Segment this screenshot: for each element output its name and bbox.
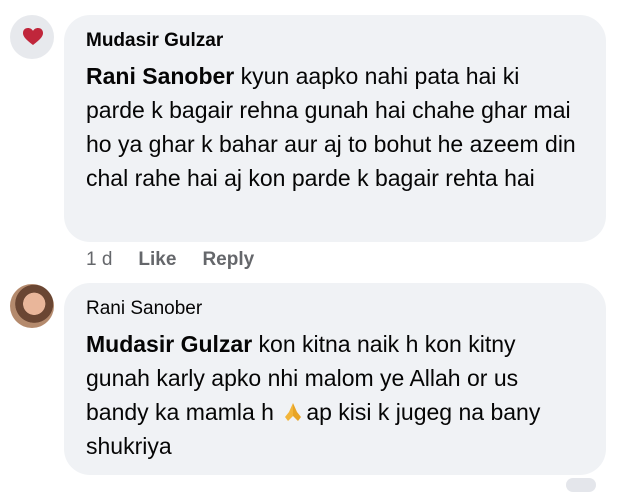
comment-author[interactable]: Rani Sanober	[86, 297, 582, 321]
avatar[interactable]	[10, 284, 54, 328]
comment-author[interactable]: Mudasir Gulzar	[86, 29, 582, 53]
mention-link[interactable]: Rani Sanober	[86, 63, 234, 89]
comment-bubble: Mudasir Gulzar Rani Sanober kyun aapko n…	[64, 15, 606, 242]
reply-button[interactable]: Reply	[202, 247, 254, 273]
mention-link[interactable]: Mudasir Gulzar	[86, 331, 252, 357]
comment-text: Rani Sanober kyun aapko nahi pata hai ki…	[86, 59, 582, 195]
avatar[interactable]	[10, 15, 54, 59]
comment-actions: 1 d Like Reply	[86, 247, 280, 273]
comment-text: Mudasir Gulzar kon kitna naik h kon kitn…	[86, 327, 582, 463]
heart-icon	[23, 28, 43, 45]
comment-timestamp[interactable]: 1 d	[86, 247, 112, 273]
comment-bubble: Rani Sanober Mudasir Gulzar kon kitna na…	[64, 283, 606, 475]
reactions-indicator	[566, 478, 596, 492]
folded-hands-icon	[285, 403, 302, 421]
like-button[interactable]: Like	[138, 247, 176, 273]
